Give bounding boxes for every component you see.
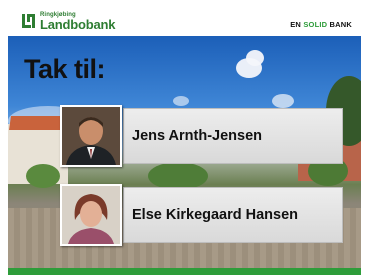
person-name: Jens Arnth-Jensen: [123, 108, 343, 164]
bank-logo: Ringkjøbing Landbobank: [22, 9, 115, 33]
person-photo: [60, 184, 122, 246]
bank-logo-icon: [22, 12, 36, 30]
person-card: Jens Arnth-Jensen: [60, 105, 343, 167]
person-photo: [60, 105, 122, 167]
bank-tagline: EN SOLID BANK: [290, 20, 352, 29]
slide-title: Tak til:: [24, 54, 106, 84]
person-name: Else Kirkegaard Hansen: [123, 187, 343, 243]
slide-header: Ringkjøbing Landbobank EN SOLID BANK: [0, 0, 366, 37]
person-card: Else Kirkegaard Hansen: [60, 184, 343, 246]
footer-bar: [8, 268, 361, 275]
presentation-slide: Ringkjøbing Landbobank EN SOLID BANK Tak…: [0, 0, 366, 275]
logo-name: Landbobank: [40, 16, 116, 32]
